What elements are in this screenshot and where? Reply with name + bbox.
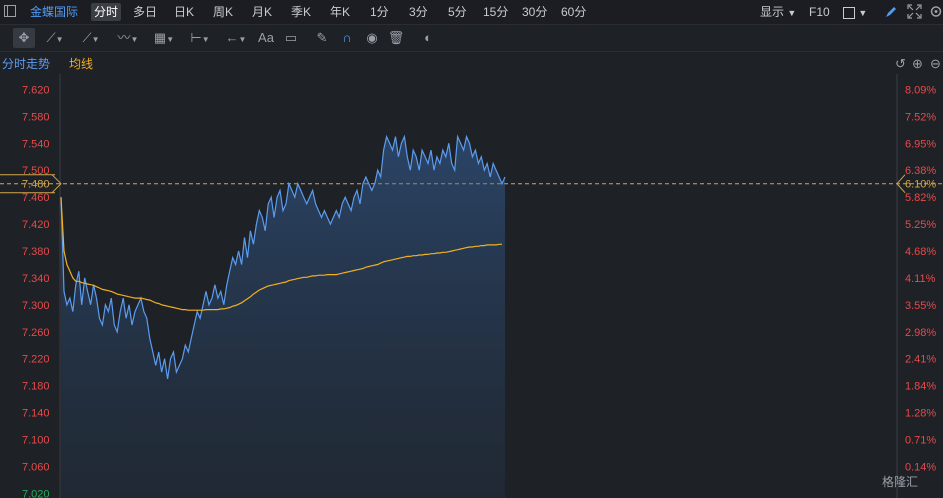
y-tick-right: 0.14% [905,461,936,473]
y-tick-right: 4.11% [905,273,936,285]
pen-icon[interactable] [884,5,898,19]
stock-name[interactable]: 金蝶国际 [30,3,78,21]
expand-icon[interactable] [907,4,922,19]
intraday-chart[interactable]: 7.620 7.580 7.540 7.500 7.460 7.420 7.380 7.340… [0,74,943,498]
watermark: 格隆汇 [882,475,919,489]
drawing-toolbar: ✥ ⟋▼ ⟋▼ 〰▼ ▦▼ ⊢▼ ←▼ Aa ▭ ✎ ∩ ◉ 🗑 ◐ [0,25,943,52]
range-icon[interactable]: ⊢▼ [185,28,215,48]
tab-period-10[interactable]: 15分 [480,3,511,21]
display-dropdown[interactable]: 显示 ▼ [760,3,796,22]
tab-period-7[interactable]: 1分 [367,3,392,21]
tab-period-9[interactable]: 5分 [445,3,470,21]
tab-period-4[interactable]: 月K [249,3,275,21]
y-tick-right: 5.25% [905,219,936,231]
y-tick-right: 2.41% [905,354,936,366]
y-tick-right: 7.52% [905,111,936,123]
legend-avg: 均线 [69,57,94,71]
tab-period-11[interactable]: 30分 [519,3,550,21]
text-icon[interactable]: Aa [255,28,277,48]
top-bar: 金蝶国际 分时 多日 日K 周K 月K 季K 年K 1分 3分 5分 15分 3… [0,0,943,25]
eye-icon[interactable]: ◉ [362,28,382,48]
fib-icon[interactable]: ▦▼ [149,28,179,48]
y-tick-right: 5.82% [905,192,936,204]
f10-button[interactable]: F10 [809,3,830,21]
y-tick-right: 1.84% [905,381,936,393]
y-tick-left: 7.020 [22,488,50,498]
y-tick-left: 7.540 [22,138,50,150]
tab-period-8[interactable]: 3分 [406,3,431,21]
undo-icon[interactable]: ↺ [895,56,906,72]
tab-period-3[interactable]: 周K [210,3,236,21]
y-tick-left: 7.580 [22,111,50,123]
y-tick-left: 7.180 [22,381,50,393]
tab-period-12[interactable]: 60分 [558,3,589,21]
y-tick-left: 7.460 [22,192,50,204]
chevron-down-icon: ▼ [858,8,868,18]
zoom-out-icon[interactable]: ⊖ [930,56,941,72]
tab-period-6[interactable]: 年K [327,3,353,21]
wave-icon[interactable]: 〰▼ [112,28,144,48]
ref-price-label: 7.480 [22,179,50,191]
y-tick-left: 7.340 [22,273,50,285]
y-tick-right: 0.71% [905,434,936,446]
y-tick-left: 7.260 [22,327,50,339]
panel-toggle-icon[interactable] [4,5,16,17]
tab-period-0[interactable]: 分时 [91,3,122,21]
y-tick-left: 7.620 [22,84,50,96]
y-tick-left: 7.500 [22,165,50,177]
zoom-in-icon[interactable]: ⊕ [912,56,923,72]
tab-period-5[interactable]: 季K [288,3,314,21]
layout-dropdown[interactable]: ▼ [843,3,867,22]
line-icon[interactable]: ⟋▼ [40,28,70,48]
y-tick-right: 2.98% [905,327,936,339]
trash-icon[interactable]: 🗑 [386,28,406,48]
legend-price: 分时走势 [2,57,51,71]
y-tick-right: 4.68% [905,246,936,258]
arrow-icon[interactable]: ←▼ [221,28,251,48]
y-tick-left: 7.300 [22,300,50,312]
square-icon [843,6,855,19]
display-label: 显示 [760,5,785,19]
y-tick-right: 6.95% [905,138,936,150]
chevron-down-icon: ▼ [787,8,797,18]
tab-period-2[interactable]: 日K [171,3,197,21]
channel-icon[interactable]: ⟋▼ [76,28,106,48]
toggle-icon[interactable]: ◐ [417,28,439,48]
price-area [61,136,505,498]
comment-icon[interactable]: ▭ [281,28,301,48]
tab-period-1[interactable]: 多日 [130,3,160,21]
magnet-icon[interactable]: ∩ [337,28,357,48]
settings-icon[interactable] [929,4,943,19]
ref-pct-label: 6.10% [905,179,936,191]
y-tick-left: 7.420 [22,219,50,231]
y-tick-right: 3.55% [905,300,936,312]
y-tick-right: 8.09% [905,84,936,96]
y-tick-right: 1.28% [905,408,936,420]
y-tick-right: 6.38% [905,165,936,177]
y-tick-left: 7.220 [22,354,50,366]
y-tick-left: 7.060 [22,461,50,473]
y-tick-left: 7.140 [22,408,50,420]
eraser-icon[interactable]: ✎ [312,28,332,48]
crosshair-icon[interactable]: ✥ [13,28,35,48]
y-tick-left: 7.100 [22,434,50,446]
y-tick-left: 7.380 [22,246,50,258]
